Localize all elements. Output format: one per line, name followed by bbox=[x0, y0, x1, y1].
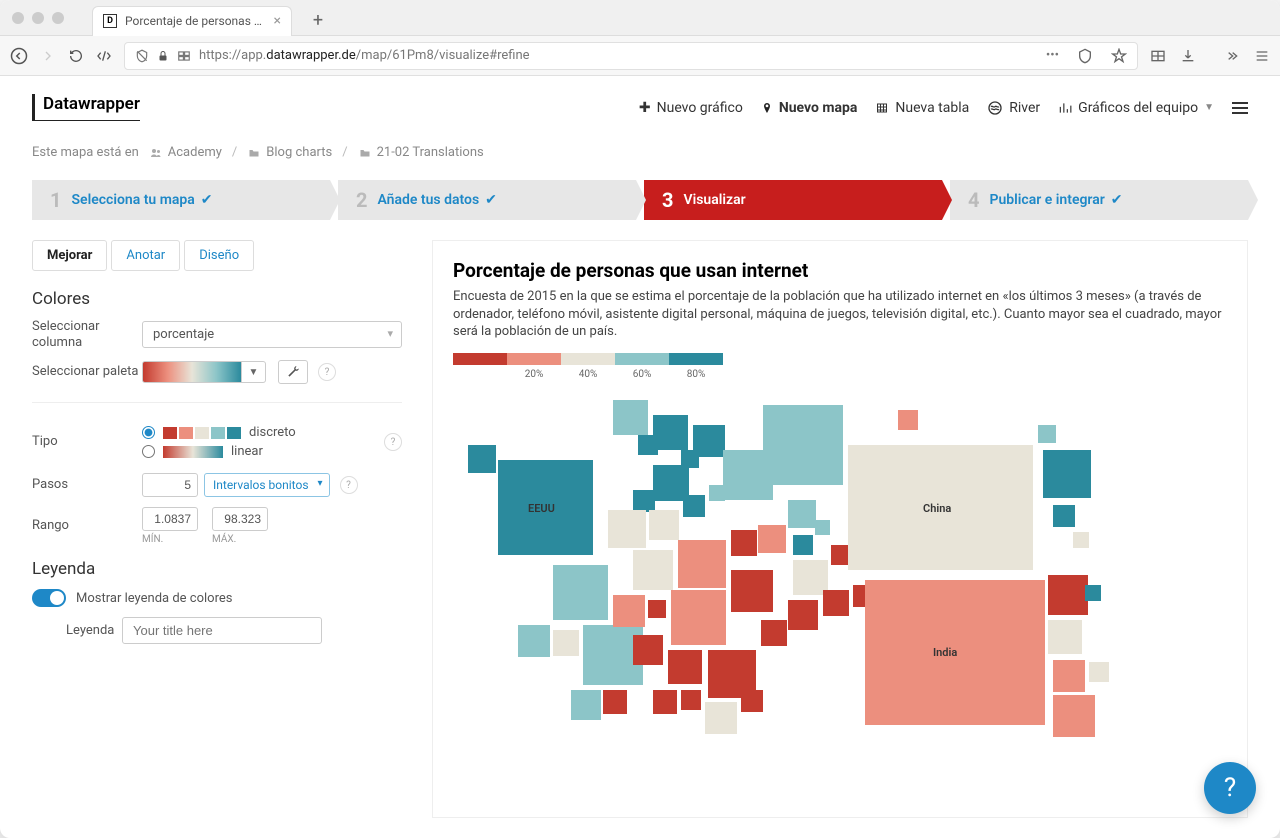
river-icon bbox=[987, 100, 1003, 116]
minimize-window[interactable] bbox=[32, 12, 44, 24]
select-palette[interactable]: ▼ bbox=[142, 361, 266, 383]
crumb-folder-1[interactable]: Blog charts bbox=[247, 145, 332, 160]
toggle-show-legend[interactable] bbox=[32, 589, 66, 607]
color-legend-bar bbox=[453, 353, 1227, 365]
section-legend: Leyenda bbox=[32, 559, 402, 579]
select-column[interactable]: porcentaje bbox=[142, 321, 402, 348]
crumb-team[interactable]: Academy bbox=[149, 145, 222, 160]
back-button[interactable] bbox=[10, 47, 28, 65]
check-icon: ✔ bbox=[1111, 192, 1123, 208]
cartogram-map[interactable]: EEUU bbox=[453, 390, 1227, 810]
brand-logo[interactable]: Datawrapper bbox=[32, 94, 140, 121]
river-link[interactable]: River bbox=[987, 100, 1040, 116]
label-select-column: Seleccionar columna bbox=[32, 319, 142, 350]
breadcrumb: Este mapa está en Academy / Blog charts … bbox=[0, 131, 1280, 170]
legend-title-input[interactable] bbox=[122, 617, 322, 644]
maximize-window[interactable] bbox=[52, 12, 64, 24]
close-tab-icon[interactable]: × bbox=[274, 13, 281, 29]
browser-titlebar: D Porcentaje de personas que us… × + bbox=[0, 0, 1280, 36]
reader-icon[interactable] bbox=[1077, 48, 1093, 64]
plus-icon: ✚ bbox=[639, 100, 651, 116]
step-1[interactable]: 1Selecciona tu mapa✔ bbox=[32, 180, 330, 220]
pin-icon bbox=[761, 101, 773, 115]
step-4[interactable]: 4Publicar e integrar✔ bbox=[950, 180, 1248, 220]
ellipsis-icon[interactable]: ••• bbox=[1046, 48, 1059, 63]
step-3[interactable]: 3Visualizar bbox=[644, 180, 942, 220]
tab-annotate[interactable]: Anotar bbox=[111, 240, 180, 271]
menu-icon[interactable] bbox=[1254, 48, 1270, 64]
step-2[interactable]: 2Añade tus datos✔ bbox=[338, 180, 636, 220]
tab-design[interactable]: Diseño bbox=[184, 240, 254, 271]
edit-palette-button[interactable] bbox=[278, 360, 308, 384]
chevron-down-icon: ▼ bbox=[242, 361, 266, 383]
star-icon[interactable] bbox=[1111, 48, 1127, 64]
label-legend-title: Leyenda bbox=[32, 623, 122, 639]
steps-input[interactable] bbox=[142, 473, 198, 497]
linear-swatch bbox=[163, 446, 223, 458]
help-icon[interactable]: ? bbox=[384, 433, 402, 451]
browser-tab[interactable]: D Porcentaje de personas que us… × bbox=[92, 6, 292, 36]
left-panel: Mejorar Anotar Diseño Colores Selecciona… bbox=[32, 240, 402, 818]
close-window[interactable] bbox=[12, 12, 24, 24]
range-max-input[interactable] bbox=[212, 507, 268, 531]
new-chart-link[interactable]: ✚ Nuevo gráfico bbox=[639, 100, 743, 116]
reload-button[interactable] bbox=[68, 48, 84, 64]
range-min-input[interactable] bbox=[142, 507, 198, 531]
table-icon bbox=[875, 102, 889, 114]
section-colors: Colores bbox=[32, 289, 402, 309]
tab-title: Porcentaje de personas que us… bbox=[125, 14, 266, 28]
check-icon: ✔ bbox=[485, 192, 497, 208]
tab-refine[interactable]: Mejorar bbox=[32, 240, 107, 271]
label-range: Rango bbox=[32, 518, 142, 534]
overflow-icon[interactable] bbox=[1224, 48, 1240, 64]
tracking-icon[interactable] bbox=[135, 49, 149, 63]
browser-toolbar: https://app.datawrapper.de/map/61Pm8/vis… bbox=[0, 36, 1280, 76]
radio-linear[interactable] bbox=[142, 445, 155, 458]
forward-button[interactable] bbox=[40, 48, 56, 64]
new-tab-button[interactable]: + bbox=[306, 9, 330, 33]
help-icon[interactable]: ? bbox=[340, 476, 358, 494]
label-select-palette: Seleccionar paleta bbox=[32, 364, 142, 380]
library-icon[interactable] bbox=[1150, 48, 1166, 64]
new-table-link[interactable]: Nueva tabla bbox=[875, 100, 969, 116]
lock-icon[interactable] bbox=[157, 50, 169, 62]
team-charts-link[interactable]: Gráficos del equipo ▼ bbox=[1058, 100, 1214, 116]
check-icon: ✔ bbox=[201, 192, 213, 208]
bar-chart-icon bbox=[1058, 101, 1072, 115]
app-menu-icon[interactable] bbox=[1232, 102, 1248, 114]
crumb-folder-2[interactable]: 21-02 Translations bbox=[358, 145, 484, 160]
intervals-select[interactable]: Intervalos bonitos bbox=[204, 473, 330, 497]
help-icon[interactable]: ? bbox=[318, 363, 336, 381]
dev-tools-icon[interactable] bbox=[96, 48, 112, 64]
palette-preview bbox=[142, 361, 242, 383]
url-field[interactable]: https://app.datawrapper.de/map/61Pm8/vis… bbox=[124, 42, 1138, 70]
label-show-legend: Mostrar leyenda de colores bbox=[76, 591, 232, 606]
label-type: Tipo bbox=[32, 434, 142, 450]
chart-description: Encuesta de 2015 en la que se estima el … bbox=[453, 288, 1227, 341]
chart-title: Porcentaje de personas que usan internet bbox=[453, 259, 1227, 282]
color-legend-ticks: 20% 40% 60% 80% bbox=[453, 369, 1227, 380]
radio-discrete[interactable] bbox=[142, 426, 155, 439]
new-map-link[interactable]: Nuevo mapa bbox=[761, 100, 858, 116]
label-steps: Pasos bbox=[32, 477, 142, 493]
help-fab[interactable]: ? bbox=[1204, 762, 1256, 814]
preview-panel: Porcentaje de personas que usan internet… bbox=[432, 240, 1248, 818]
caret-down-icon: ▼ bbox=[1204, 102, 1214, 113]
stepper: 1Selecciona tu mapa✔ 2Añade tus datos✔ 3… bbox=[0, 170, 1280, 220]
permissions-icon[interactable] bbox=[177, 49, 191, 63]
discrete-swatches bbox=[163, 427, 241, 439]
window-controls bbox=[12, 12, 64, 24]
download-icon[interactable] bbox=[1180, 48, 1196, 64]
app-header: Datawrapper ✚ Nuevo gráfico Nuevo mapa N… bbox=[0, 76, 1280, 131]
favicon: D bbox=[103, 14, 117, 28]
url-text: https://app.datawrapper.de/map/61Pm8/vis… bbox=[199, 48, 530, 63]
